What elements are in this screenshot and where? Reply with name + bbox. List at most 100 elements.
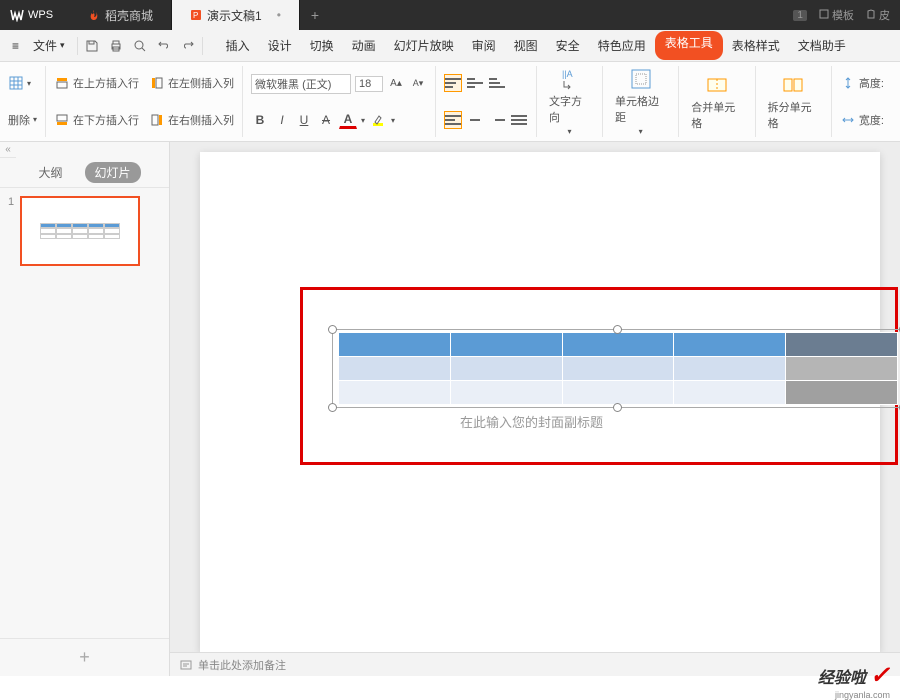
mtab-doc-helper[interactable]: 文档助手 [789,31,855,60]
text-direction-button[interactable]: ||A 文字方向 ▾ [545,65,594,138]
mtab-review[interactable]: 审阅 [463,31,505,60]
menubar: ≡ 文件 ▾ 插入 设计 切换 动画 幻灯片放映 审阅 视图 安全 特色应用 表… [0,30,900,62]
print-icon[interactable] [108,38,124,54]
delete-button[interactable]: 删除 ▾ [8,112,37,128]
mtab-insert[interactable]: 插入 [217,31,259,60]
selection-handle-n[interactable] [613,325,622,334]
insert-col-left-button[interactable]: 在左侧插入列 [149,75,234,91]
file-menu[interactable]: 文件 ▾ [27,34,71,57]
selection-handle-nw[interactable] [328,325,337,334]
preview-icon[interactable] [132,38,148,54]
separator [202,37,203,55]
mtab-design[interactable]: 设计 [259,31,301,60]
shrink-font-button[interactable]: A▾ [409,75,427,93]
grow-font-button[interactable]: A▴ [387,75,405,93]
menu-tabs: 插入 设计 切换 动画 幻灯片放映 审阅 视图 安全 特色应用 表格工具 表格样… [217,31,855,60]
ribbon-group-table-edit: ▾ 删除 ▾ [8,66,46,137]
mtab-transition[interactable]: 切换 [301,31,343,60]
add-slide-button[interactable]: + [0,638,169,676]
add-tab-button[interactable]: + [300,7,330,23]
align-top-button[interactable] [444,74,462,92]
cell-margin-icon [629,67,653,91]
notification-badge[interactable]: 1 [793,10,807,21]
titlebar: WPS 稻壳商城 P 演示文稿1 • + 1 模板 皮 [0,0,900,30]
align-left-button[interactable] [444,111,462,129]
ribbon-group-font: 微软雅黑 (正文) 18 A▴ A▾ B I U A A ▾ ▾ [251,66,436,137]
insert-col-left-icon [149,75,165,91]
notes-bar[interactable]: 单击此处添加备注 [170,652,900,676]
svg-text:||A: ||A [562,69,573,79]
bold-button[interactable]: B [251,111,269,129]
strike-button[interactable]: A [317,111,335,129]
mtab-view[interactable]: 视图 [505,31,547,60]
ribbon-group-insert-rowcol: 在上方插入行 在左侧插入列 在下方插入行 在右侧插入列 [54,66,243,137]
ribbon-group-merge: 合并单元格 [687,66,755,137]
mtab-table-tools[interactable]: 表格工具 [655,31,723,60]
font-color-button[interactable]: A [339,111,357,129]
text-direction-icon: ||A [558,67,582,91]
insert-col-right-button[interactable]: 在右侧插入列 [149,112,234,128]
align-right-button[interactable] [488,111,506,129]
insert-row-above-button[interactable]: 在上方插入行 [54,75,139,91]
font-size-select[interactable]: 18 [355,76,383,92]
chevron-down-icon[interactable]: ▾ [391,116,395,125]
watermark-text: 经验啦 [818,664,866,688]
select-table-icon [8,75,24,91]
wps-w-icon [10,8,24,22]
align-bottom-button[interactable] [488,74,506,92]
save-icon[interactable] [84,38,100,54]
align-middle-button[interactable] [466,74,484,92]
split-cells-icon [781,73,805,97]
collapse-panel-button[interactable]: « [0,142,16,158]
mtab-security[interactable]: 安全 [547,31,589,60]
font-name-select[interactable]: 微软雅黑 (正文) [251,74,351,94]
slide-thumbnail-1[interactable]: 1 [8,196,161,266]
skin-link[interactable]: 皮 [866,7,890,23]
mtab-animation[interactable]: 动画 [343,31,385,60]
mtab-special[interactable]: 特色应用 [589,31,655,60]
select-table-button[interactable]: ▾ [8,75,37,91]
mtab-slideshow[interactable]: 幻灯片放映 [385,31,463,60]
selection-handle-s[interactable] [613,403,622,412]
split-cells-button[interactable]: 拆分单元格 [764,71,823,133]
italic-button[interactable]: I [273,111,291,129]
quick-access-toolbar [84,38,196,54]
underline-button[interactable]: U [295,111,313,129]
selection-handle-sw[interactable] [328,403,337,412]
merge-cells-button[interactable]: 合并单元格 [687,71,746,133]
slide-canvas[interactable]: 在此输入您的封面副标题 [170,142,900,652]
redo-icon[interactable] [180,38,196,54]
templates-link[interactable]: 模板 [819,7,854,23]
watermark-url: jingyanla.com [835,690,890,700]
separator [77,37,78,55]
undo-icon[interactable] [156,38,172,54]
slide-1[interactable]: 在此输入您的封面副标题 [200,152,880,652]
tab-presentation-1[interactable]: P 演示文稿1 • [172,0,300,30]
col-width-field[interactable]: 宽度: [840,112,884,128]
chevron-down-icon[interactable]: ▾ [361,116,365,125]
tab-docer-mall[interactable]: 稻壳商城 [70,0,172,30]
mtab-table-style[interactable]: 表格样式 [723,31,789,60]
align-center-button[interactable] [466,111,484,129]
row-height-field[interactable]: 高度: [840,75,884,91]
thumbnail-list: 1 [0,188,169,638]
skin-icon [866,9,876,19]
ribbon-group-align [444,66,537,137]
insert-row-below-button[interactable]: 在下方插入行 [54,112,139,128]
thumbnail-panel: « 大纲 幻灯片 1 + [0,142,170,676]
workspace: « 大纲 幻灯片 1 + [0,142,900,676]
cell-margin-button[interactable]: 单元格边距 ▾ [611,65,670,138]
fire-icon [88,9,100,21]
ribbon-group-text-dir: ||A 文字方向 ▾ [545,66,603,137]
ribbon: ▾ 删除 ▾ 在上方插入行 在左侧插入列 在下方插入行 在右侧插入列 [0,62,900,142]
thumb-table-preview [40,223,120,239]
wps-logo-text: WPS [28,9,53,21]
outline-tab[interactable]: 大纲 [28,162,72,183]
align-justify-button[interactable] [510,111,528,129]
wps-logo: WPS [0,0,70,30]
hamburger-menu[interactable]: ≡ [6,36,25,56]
highlight-button[interactable] [369,111,387,129]
merge-cells-icon [705,73,729,97]
slides-tab[interactable]: 幻灯片 [85,162,141,183]
table-object[interactable] [338,332,898,405]
